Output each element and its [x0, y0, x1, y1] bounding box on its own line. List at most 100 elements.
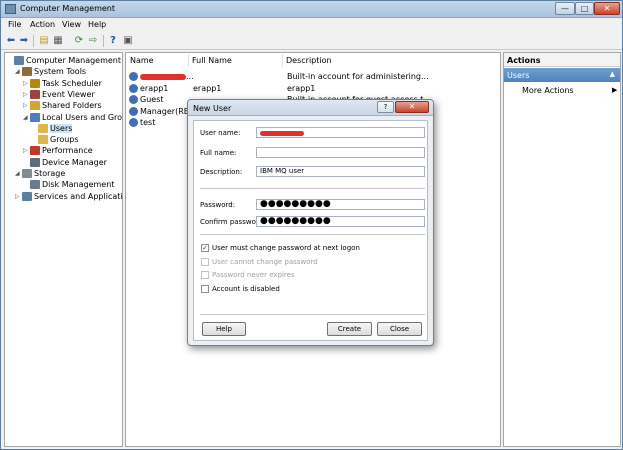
menu-view[interactable]: View	[62, 20, 81, 29]
expand-arrow-icon[interactable]: ▷	[23, 100, 30, 111]
tree-item-device-manager[interactable]: Device Manager	[23, 157, 107, 168]
submenu-arrow-icon[interactable]: ▶	[612, 86, 617, 94]
storage-icon	[22, 169, 32, 178]
collapse-up-icon[interactable]: ▲	[610, 70, 615, 78]
expand-arrow-icon[interactable]: ▷	[23, 145, 30, 156]
collapse-arrow-icon[interactable]: ◢	[15, 66, 22, 77]
new-user-dialog: New User ? ✕ User name: Full name: Descr…	[187, 99, 434, 346]
option-user-must-change-password-at-next-logon[interactable]: ✓ User must change password at next logon	[201, 243, 360, 253]
tree-item-event-viewer[interactable]: ▷ Event Viewer	[23, 89, 95, 100]
option-account-is-disabled[interactable]: Account is disabled	[201, 284, 280, 294]
user-icon	[129, 95, 138, 104]
collapse-arrow-icon[interactable]: ◢	[15, 168, 22, 179]
close-dialog-button[interactable]: Close	[377, 322, 422, 336]
menu-file[interactable]: File	[8, 20, 21, 29]
tree-item-computer-management-local[interactable]: Computer Management (Local	[7, 55, 122, 66]
column-divider[interactable]	[282, 54, 283, 67]
properties-icon[interactable]: ▣	[122, 35, 134, 46]
tree-item-label: Task Scheduler	[42, 78, 102, 88]
tree-item-label: Disk Management	[42, 180, 115, 190]
forward-arrow-icon[interactable]: ➡	[18, 35, 30, 46]
checkbox	[201, 271, 209, 279]
tree-item-task-scheduler[interactable]: ▷ Task Scheduler	[23, 78, 102, 89]
checkbox[interactable]: ✓	[201, 244, 209, 252]
checkbox-label: Account is disabled	[212, 284, 280, 293]
column-divider[interactable]	[188, 54, 189, 67]
tree-item-label: Device Manager	[42, 157, 107, 167]
description-input[interactable]: IBM MQ user	[256, 166, 425, 177]
separator	[200, 188, 425, 189]
password-label: Password:	[200, 201, 236, 209]
cell-name: ...	[140, 71, 194, 82]
tree-item-label: Performance	[42, 146, 93, 156]
expand-arrow-icon[interactable]: ▷	[23, 78, 30, 89]
dialog-title-bar[interactable]: New User ? ✕	[188, 100, 433, 116]
tree-item-label: Local Users and Groups	[42, 112, 123, 122]
close-button[interactable]: ✕	[594, 2, 620, 15]
full-name-label: Full name:	[200, 149, 237, 157]
menu-bar: File Action View Help	[1, 18, 622, 32]
cell-description: erapp1	[287, 83, 316, 93]
console-tree[interactable]: Computer Management (Local◢System Tools▷…	[4, 52, 123, 447]
tree-item-services-and-applications[interactable]: ▷ Services and Applications	[15, 191, 122, 202]
services-icon	[22, 191, 32, 201]
tree-item-performance[interactable]: ▷ Performance	[23, 145, 93, 156]
dialog-close-button[interactable]: ✕	[395, 101, 429, 113]
option-user-cannot-change-password: User cannot change password	[201, 257, 318, 267]
toolbar-separator	[103, 35, 104, 47]
shared-folder-icon	[30, 101, 40, 111]
help-icon[interactable]: ?	[107, 35, 119, 46]
redaction-mark	[260, 130, 304, 136]
confirm-password-input[interactable]: ●●●●●●●●●	[256, 216, 425, 227]
more-actions-link[interactable]: More Actions	[522, 86, 574, 95]
actions-users-section[interactable]: Users ▲	[504, 68, 620, 82]
checkbox-label: Password never expires	[212, 271, 295, 279]
show-hide-tree-icon[interactable]: ▦	[52, 35, 64, 46]
minimize-button[interactable]: —	[555, 2, 575, 15]
dialog-help-icon[interactable]: ?	[377, 101, 394, 113]
tree-item-users[interactable]: Users	[31, 123, 73, 134]
cell-name: Guest	[140, 95, 164, 104]
separator	[200, 234, 425, 235]
clock-icon	[30, 78, 40, 88]
expand-arrow-icon[interactable]: ▷	[23, 89, 30, 100]
tree-item-system-tools[interactable]: ◢ System Tools	[15, 66, 86, 77]
table-row[interactable]: erapp1 erapp1 erapp1	[126, 83, 500, 94]
menu-action[interactable]: Action	[30, 20, 55, 29]
title-bar[interactable]: Computer Management — □ ✕	[1, 1, 622, 18]
create-button[interactable]: Create	[327, 322, 372, 336]
event-viewer-icon	[30, 89, 40, 99]
refresh-icon[interactable]: ⟳	[73, 35, 85, 46]
redaction-mark	[140, 73, 186, 80]
maximize-button[interactable]: □	[575, 2, 594, 15]
collapse-arrow-icon[interactable]: ◢	[23, 112, 30, 123]
full-name-input[interactable]	[256, 147, 425, 158]
table-row[interactable]: ... Built-in account for administering...	[126, 71, 500, 82]
expand-arrow-icon[interactable]: ▷	[15, 191, 22, 202]
user-name-input[interactable]	[256, 127, 425, 138]
user-icon	[129, 83, 138, 93]
tree-item-local-users-and-groups[interactable]: ◢ Local Users and Groups	[23, 112, 123, 123]
computer-icon	[14, 56, 24, 65]
up-folder-icon[interactable]: ▤	[38, 35, 50, 46]
tree-item-shared-folders[interactable]: ▷ Shared Folders	[23, 100, 102, 111]
checkbox[interactable]	[201, 284, 209, 293]
user-name-label: User name:	[200, 129, 241, 137]
column-header-name[interactable]: Name	[130, 56, 154, 65]
actions-section-label: Users	[507, 71, 530, 80]
tree-item-storage[interactable]: ◢ Storage	[15, 168, 65, 179]
column-header-full-name[interactable]: Full Name	[192, 56, 232, 65]
help-button[interactable]: Help	[202, 322, 246, 336]
export-list-icon[interactable]: ⇨	[87, 35, 99, 46]
cell-full-name: erapp1	[193, 83, 222, 93]
user-icon	[129, 72, 138, 81]
tree-item-disk-management[interactable]: Disk Management	[23, 179, 114, 190]
tree-item-groups[interactable]: Groups	[31, 134, 79, 145]
back-arrow-icon[interactable]: ⬅	[5, 35, 17, 46]
tree-item-label: Groups	[50, 135, 79, 145]
separator	[200, 314, 425, 315]
cell-name: erapp1	[140, 83, 169, 93]
menu-help[interactable]: Help	[88, 20, 106, 29]
column-header-description[interactable]: Description	[286, 56, 332, 65]
password-input[interactable]: ●●●●●●●●●	[256, 199, 425, 210]
